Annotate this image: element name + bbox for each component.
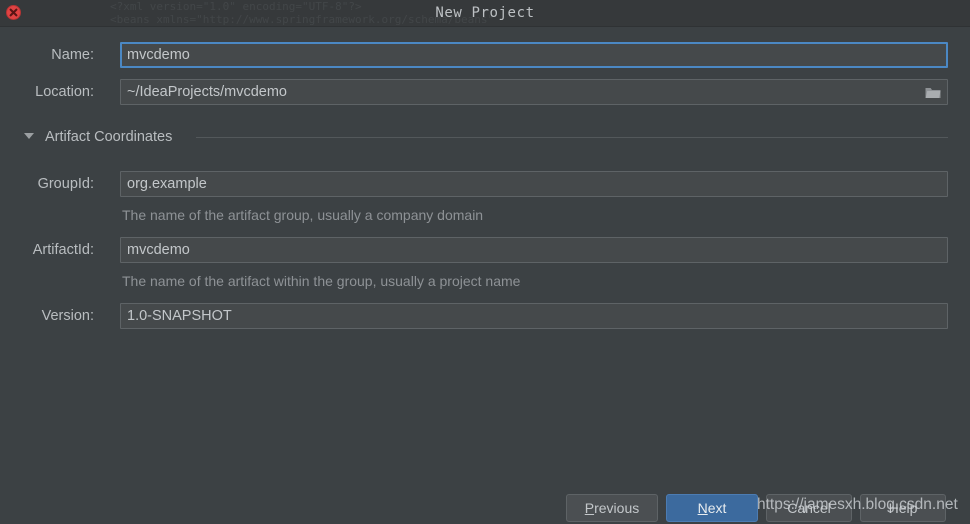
- location-label: Location:: [35, 84, 94, 100]
- version-row: Version: 1.0-SNAPSHOT: [0, 303, 970, 329]
- previous-button[interactable]: Previous: [566, 494, 658, 522]
- artifact-id-hint: The name of the artifact within the grou…: [122, 273, 521, 289]
- close-icon[interactable]: [6, 5, 21, 20]
- new-project-dialog: <?xml version="1.0" encoding="UTF-8"?> <…: [0, 0, 970, 524]
- next-mnemonic: N: [697, 500, 708, 516]
- version-input[interactable]: 1.0-SNAPSHOT: [120, 303, 948, 329]
- name-label: Name:: [51, 47, 94, 63]
- window-title: New Project: [435, 5, 535, 21]
- location-row: Location: ~/IdeaProjects/mvcdemo: [0, 79, 970, 105]
- title-bar: <?xml version="1.0" encoding="UTF-8"?> <…: [0, 0, 970, 27]
- artifact-coordinates-section-header[interactable]: Artifact Coordinates: [24, 126, 948, 148]
- artifact-coordinates-label: Artifact Coordinates: [45, 129, 173, 145]
- cancel-button[interactable]: Cancel: [766, 494, 852, 522]
- version-label: Version:: [41, 308, 94, 324]
- artifact-id-label: ArtifactId:: [32, 242, 94, 258]
- close-x-glyph: [9, 8, 18, 17]
- previous-label-rest: revious: [594, 500, 640, 516]
- section-divider: [196, 137, 948, 138]
- artifact-id-input[interactable]: mvcdemo: [120, 237, 948, 263]
- help-button[interactable]: Help: [860, 494, 946, 522]
- group-id-hint: The name of the artifact group, usually …: [122, 207, 484, 223]
- previous-mnemonic: P: [584, 500, 595, 516]
- chevron-down-icon[interactable]: [24, 133, 34, 139]
- next-label-rest: ext: [707, 500, 727, 516]
- location-input[interactable]: ~/IdeaProjects/mvcdemo: [120, 79, 948, 105]
- group-id-row: GroupId: org.example: [0, 171, 970, 197]
- folder-glyph: [925, 87, 941, 98]
- name-input[interactable]: mvcdemo: [120, 42, 948, 68]
- group-id-label: GroupId:: [37, 176, 94, 192]
- name-row: Name: mvcdemo: [0, 42, 970, 68]
- artifact-id-row: ArtifactId: mvcdemo: [0, 237, 970, 263]
- group-id-input[interactable]: org.example: [120, 171, 948, 197]
- form-body: Name: mvcdemo Location: ~/IdeaProjects/m…: [0, 26, 970, 524]
- next-button[interactable]: Next: [666, 494, 758, 522]
- folder-icon[interactable]: [922, 80, 944, 104]
